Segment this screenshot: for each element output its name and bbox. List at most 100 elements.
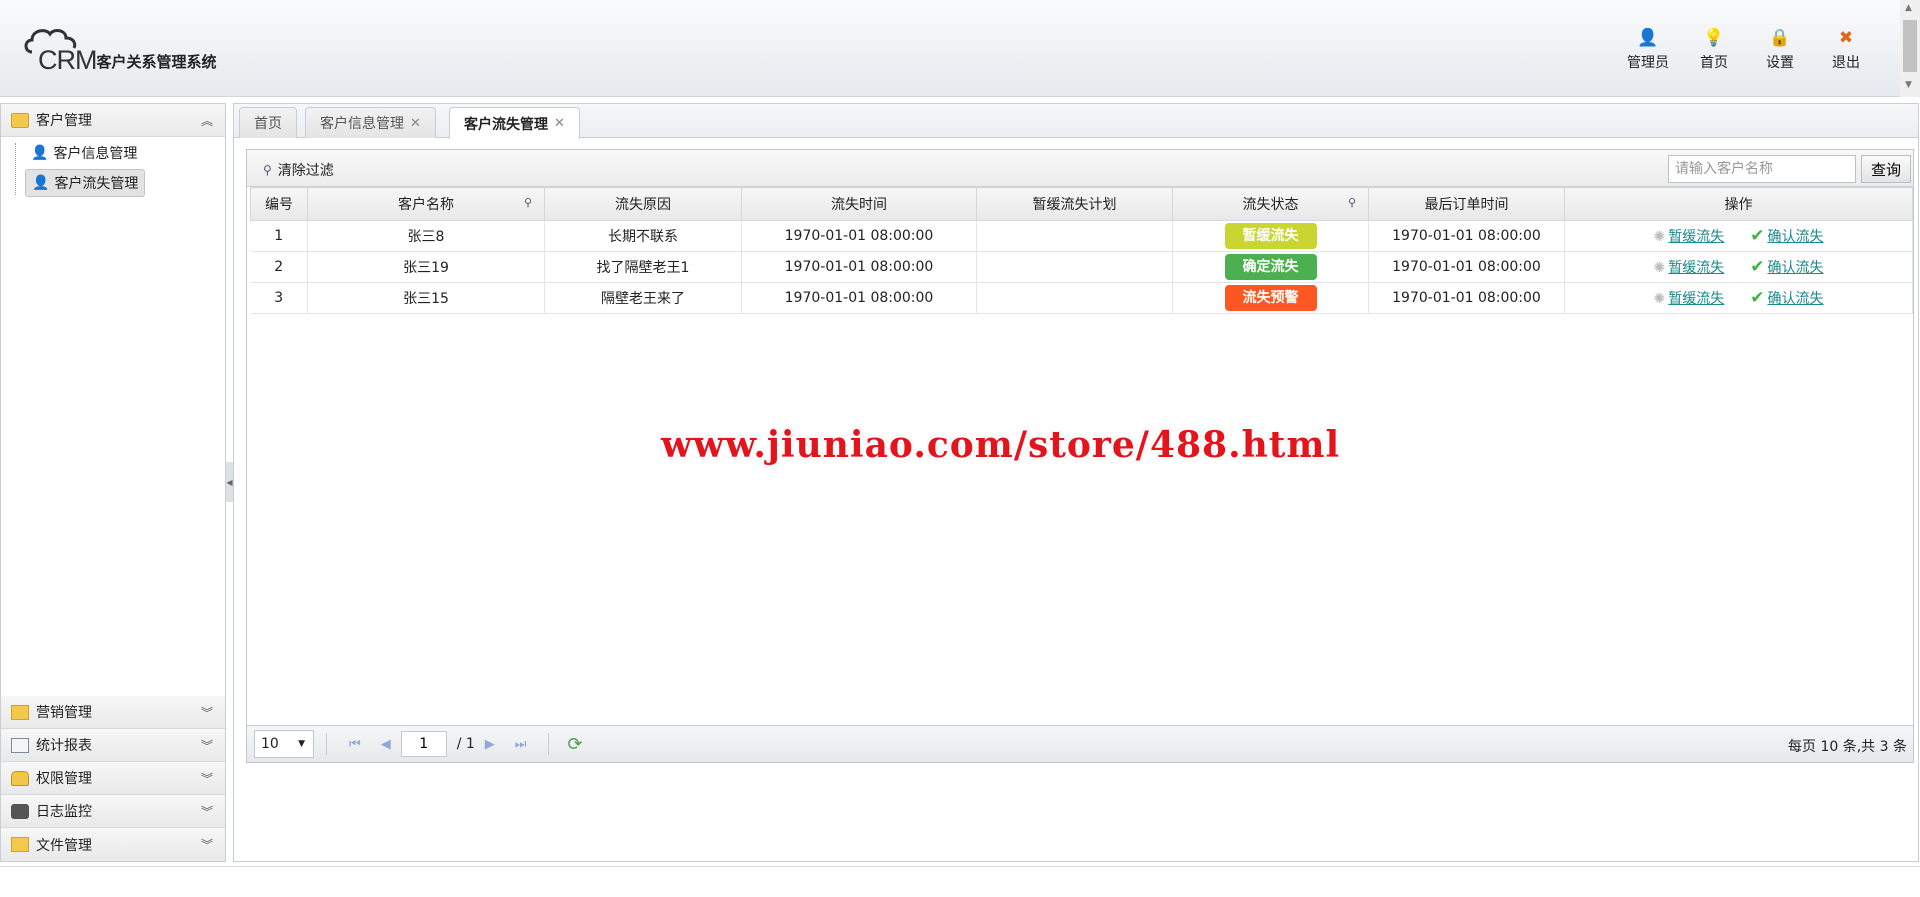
table-row[interactable]: 2 张三19 找了隔壁老王1 1970-01-01 08:00:00 确定流失 … — [250, 251, 1913, 283]
search-input[interactable] — [1668, 155, 1856, 183]
col-header-reason[interactable]: 流失原因 — [544, 187, 742, 221]
grid-toolbar: ⚲ 清除过滤 查询 — [247, 150, 1913, 187]
cell-status: 暂缓流失 — [1172, 220, 1369, 252]
defer-loss-link[interactable]: 暂缓流失 — [1668, 291, 1724, 307]
cell-lost-time: 1970-01-01 08:00:00 — [741, 251, 977, 283]
close-icon[interactable]: ✕ — [410, 116, 421, 131]
col-header-actions: 操作 — [1564, 187, 1913, 221]
nav-label: 退出 — [1832, 55, 1860, 71]
scroll-thumb[interactable] — [1903, 20, 1917, 72]
sidebar-section-logs[interactable]: 日志监控 ︾ — [1, 795, 225, 828]
loading-icon: ✺ — [1653, 291, 1666, 307]
first-page-icon[interactable]: ⏮ — [349, 737, 361, 752]
page-size-select[interactable]: 10 ▼ — [254, 730, 314, 758]
cell-plan — [976, 220, 1173, 252]
col-header-status[interactable]: 流失状态 ⚲ — [1172, 187, 1369, 221]
tab-home[interactable]: 首页 — [239, 107, 297, 138]
filter-icon: ⚲ — [263, 163, 272, 177]
nav-label: 管理员 — [1627, 55, 1669, 71]
folder-icon — [11, 837, 29, 852]
col-header-last-order[interactable]: 最后订单时间 — [1368, 187, 1565, 221]
sidebar-sections: 营销管理 ︾ 统计报表 ︾ 权限管理 ︾ 日志监控 ︾ 文件管理 ︾ — [1, 696, 225, 861]
prev-page-icon[interactable]: ◀ — [381, 737, 391, 752]
tab-label: 客户流失管理 — [464, 116, 548, 133]
cell-last-order: 1970-01-01 08:00:00 — [1368, 251, 1565, 283]
col-header-lost-time[interactable]: 流失时间 — [741, 187, 977, 221]
defer-loss-link[interactable]: 暂缓流失 — [1668, 229, 1724, 245]
clear-filter-label: 清除过滤 — [277, 163, 334, 179]
main-panel: 首页 客户信息管理 ✕ 客户流失管理 ✕ ⚲ 清除过滤 查询 编号 客户名称 ⚲ 流失原… — [233, 103, 1919, 862]
last-page-icon[interactable]: ⏭ — [515, 737, 527, 752]
filter-icon[interactable]: ⚲ — [1348, 196, 1356, 209]
folder-icon — [11, 112, 29, 128]
cell-name: 张三15 — [307, 282, 545, 314]
query-button[interactable]: 查询 — [1861, 155, 1911, 183]
cell-plan — [976, 282, 1173, 314]
nav-home[interactable]: 💡 首页 — [1692, 28, 1736, 72]
sidebar-section-marketing[interactable]: 营销管理 ︾ — [1, 696, 225, 729]
sidebar-section-reports[interactable]: 统计报表 ︾ — [1, 729, 225, 762]
cell-name: 张三8 — [307, 220, 545, 252]
sidebar-collapse-handle[interactable]: ◀ — [226, 462, 233, 502]
status-badge: 暂缓流失 — [1224, 223, 1317, 249]
scroll-up-icon[interactable]: ▲ — [1905, 3, 1912, 13]
cell-actions: ✺ 暂缓流失 ✔ 确认流失 — [1564, 282, 1913, 314]
nav-settings[interactable]: 🔒 设置 — [1758, 28, 1802, 72]
close-icon: ✖ — [1838, 28, 1854, 48]
chevron-down-icon: ︾ — [200, 804, 213, 819]
status-badge: 确定流失 — [1224, 254, 1317, 280]
divider — [548, 733, 550, 755]
nav-label: 首页 — [1700, 55, 1728, 71]
section-label: 统计报表 — [36, 738, 92, 754]
sidebar-tree: 👤 客户信息管理 👤 客户流失管理 — [1, 137, 225, 692]
caret-down-icon: ▼ — [298, 739, 305, 749]
user-icon: 👤 — [31, 145, 49, 161]
cell-lost-time: 1970-01-01 08:00:00 — [741, 282, 977, 314]
table-row[interactable]: 1 张三8 长期不联系 1970-01-01 08:00:00 暂缓流失 197… — [250, 220, 1913, 252]
app-header: CRM 客户关系管理系统 👤 管理员 💡 首页 🔒 设置 ✖ 退出 ▲ ▼ — [0, 0, 1920, 97]
divider — [0, 866, 1920, 867]
tab-bar: 首页 客户信息管理 ✕ 客户流失管理 ✕ — [234, 104, 1918, 139]
confirm-loss-link[interactable]: 确认流失 — [1767, 229, 1823, 245]
header-label: 流失状态 — [1242, 197, 1299, 213]
clear-filter-button[interactable]: ⚲ 清除过滤 — [263, 160, 334, 180]
defer-loss-link[interactable]: 暂缓流失 — [1668, 260, 1724, 276]
status-badge: 流失预警 — [1224, 285, 1317, 311]
nav-admin[interactable]: 👤 管理员 — [1626, 28, 1670, 72]
col-header-name[interactable]: 客户名称 ⚲ — [307, 187, 545, 221]
user-icon: 👤 — [1637, 28, 1659, 48]
check-icon: ✔ — [1750, 288, 1765, 308]
sidebar-item-customer-info[interactable]: 👤 客户信息管理 — [25, 139, 143, 167]
total-pages: / 1 — [456, 736, 475, 752]
refresh-icon[interactable]: ⟳ — [567, 734, 582, 755]
user-icon: 👤 — [32, 175, 50, 191]
section-label: 客户管理 — [36, 113, 92, 129]
header-label: 客户名称 — [398, 197, 454, 213]
tab-customer-loss[interactable]: 客户流失管理 ✕ — [449, 107, 580, 139]
sidebar-section-files[interactable]: 文件管理 ︾ — [1, 828, 225, 861]
section-label: 日志监控 — [36, 804, 92, 820]
cell-actions: ✺ 暂缓流失 ✔ 确认流失 — [1564, 251, 1913, 283]
scrollbar[interactable]: ▲ ▼ — [1900, 0, 1920, 97]
page-number-input[interactable] — [400, 731, 447, 757]
sidebar-item-customer-loss[interactable]: 👤 客户流失管理 — [25, 169, 146, 197]
filter-icon[interactable]: ⚲ — [524, 196, 532, 209]
loading-icon: ✺ — [1653, 260, 1666, 276]
col-header-plan[interactable]: 暂缓流失计划 — [976, 187, 1173, 221]
next-page-icon[interactable]: ▶ — [485, 737, 495, 752]
chevron-down-icon: ︾ — [200, 771, 213, 786]
top-nav: 👤 管理员 💡 首页 🔒 设置 ✖ 退出 — [1626, 28, 1868, 72]
tab-customer-info[interactable]: 客户信息管理 ✕ — [305, 107, 436, 138]
binoculars-icon — [11, 803, 29, 819]
scroll-down-icon[interactable]: ▼ — [1905, 80, 1912, 90]
loading-icon: ✺ — [1653, 229, 1666, 245]
confirm-loss-link[interactable]: 确认流失 — [1767, 260, 1823, 276]
sidebar-section-customer[interactable]: 客户管理 ︽ — [1, 104, 225, 137]
confirm-loss-link[interactable]: 确认流失 — [1767, 291, 1823, 307]
cell-id: 2 — [250, 251, 308, 283]
col-header-id[interactable]: 编号 — [250, 187, 308, 221]
sidebar-section-permissions[interactable]: 权限管理 ︾ — [1, 762, 225, 795]
table-row[interactable]: 3 张三15 隔壁老王来了 1970-01-01 08:00:00 流失预警 1… — [250, 282, 1913, 314]
nav-logout[interactable]: ✖ 退出 — [1824, 28, 1868, 72]
close-icon[interactable]: ✕ — [554, 116, 565, 131]
